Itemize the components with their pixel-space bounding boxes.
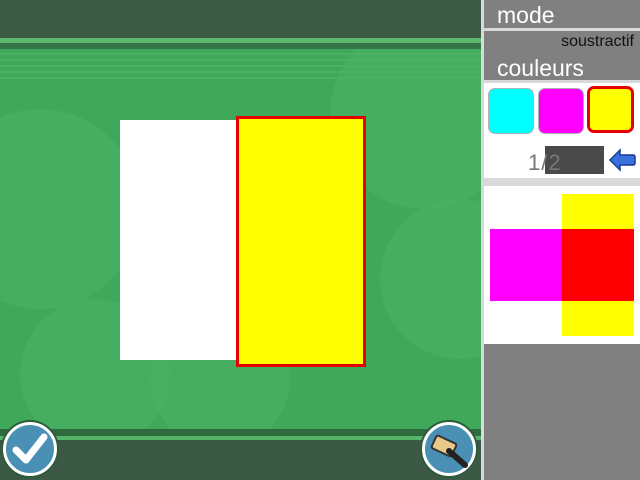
back-arrow-icon[interactable] <box>608 148 636 172</box>
colors-label: couleurs <box>497 55 584 81</box>
bottom-stripe-dark <box>0 429 481 436</box>
hammer-icon <box>430 434 468 468</box>
panel-empty-area <box>484 344 640 480</box>
decorative-blob <box>0 109 140 309</box>
bottom-bar <box>0 440 481 480</box>
mode-label: mode <box>497 2 555 28</box>
checkmark-icon <box>12 433 48 464</box>
game-board <box>0 0 481 480</box>
swatch-cyan[interactable] <box>488 88 534 134</box>
validate-button[interactable] <box>3 422 57 476</box>
preview-magenta <box>490 229 562 301</box>
panel-separator <box>481 0 484 480</box>
mode-value[interactable]: soustractif <box>561 33 634 51</box>
page-counter: 1/2 <box>528 150 562 175</box>
swatch-yellow[interactable] <box>587 86 634 133</box>
preview-red <box>562 229 634 301</box>
swatch-magenta[interactable] <box>538 88 584 134</box>
color-swatches <box>484 83 640 141</box>
card-yellow-selected[interactable] <box>236 116 366 367</box>
divider <box>484 28 640 31</box>
target-preview <box>484 186 640 344</box>
side-panel: mode soustractif couleurs 1/2 <box>481 0 640 480</box>
card-white[interactable] <box>120 120 238 360</box>
reset-button[interactable] <box>422 422 476 476</box>
top-bar <box>0 0 481 38</box>
divider <box>484 178 640 186</box>
decorative-blob <box>380 199 481 359</box>
page-navigation: 1/2 <box>484 141 640 178</box>
